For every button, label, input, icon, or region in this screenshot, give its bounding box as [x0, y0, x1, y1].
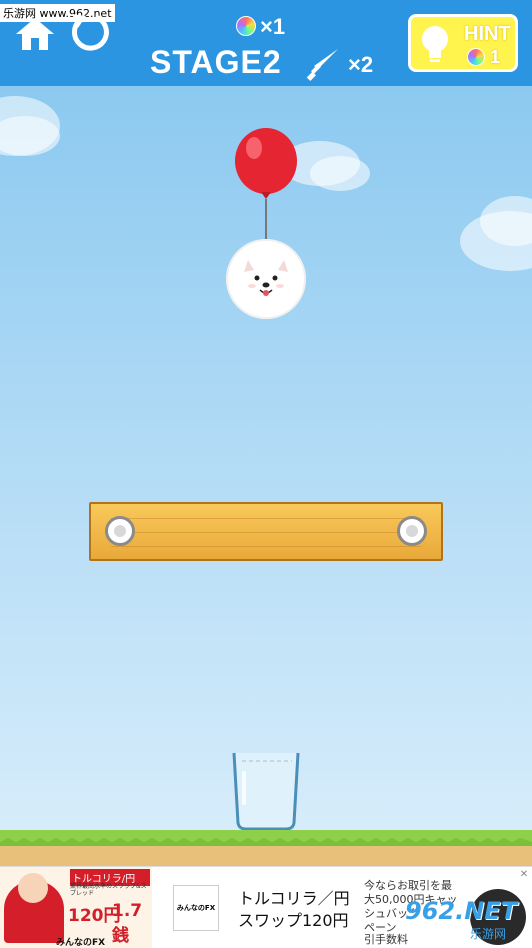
ad-logo[interactable]: みんなのFX	[173, 885, 219, 931]
lightbulb-icon	[422, 26, 448, 62]
ad-left-rate2: 1.7銭	[112, 901, 143, 946]
left-bolt[interactable]	[105, 516, 135, 546]
ad-right-line5[interactable]: 引手数料	[364, 931, 408, 947]
hint-button[interactable]: HINT 1	[408, 14, 518, 72]
rainbow-orb-icon	[236, 16, 256, 36]
wooden-plank[interactable]	[89, 502, 443, 561]
ad-center-line2[interactable]: スワップ120円	[238, 907, 349, 931]
glass-cup	[232, 752, 300, 830]
ad-left-brand: みんなのFX	[56, 938, 106, 948]
corner-watermark-sub: 乐游网	[470, 927, 507, 941]
corner-watermark: 962.NET	[405, 897, 518, 925]
knife-icon	[306, 49, 338, 81]
balloon[interactable]	[233, 128, 299, 248]
stage-title: STAGE2	[150, 44, 282, 80]
knife-count: ×2	[348, 52, 374, 77]
cloud	[0, 116, 60, 156]
hint-count: 1	[490, 47, 501, 67]
hint-label: HINT	[464, 23, 511, 45]
right-bolt[interactable]	[397, 516, 427, 546]
ad-banner[interactable]: トルコリラ/円 業界最高水準のスワップ&スプレッド 120円 1.7銭 みんなの…	[0, 866, 532, 948]
rainbow-orb-icon	[467, 48, 485, 66]
home-icon[interactable]	[14, 16, 56, 52]
ad-left-image[interactable]: トルコリラ/円 業界最高水準のスワップ&スプレッド 120円 1.7銭 みんなの…	[0, 867, 152, 948]
game-sky	[0, 86, 532, 830]
cloud	[310, 156, 370, 191]
white-dog-character[interactable]	[224, 238, 308, 320]
ad-close-icon[interactable]: ✕	[518, 869, 530, 881]
restart-icon[interactable]	[68, 10, 112, 54]
ad-left-sub: 業界最高水準のスワップ&スプレッド	[70, 883, 147, 897]
ad-logo-text: みんなのFX	[176, 904, 216, 912]
orb-count: ×1	[260, 14, 286, 39]
dirt-layer	[0, 846, 532, 866]
ad-center-line1[interactable]: トルコリラ／円	[238, 885, 350, 909]
